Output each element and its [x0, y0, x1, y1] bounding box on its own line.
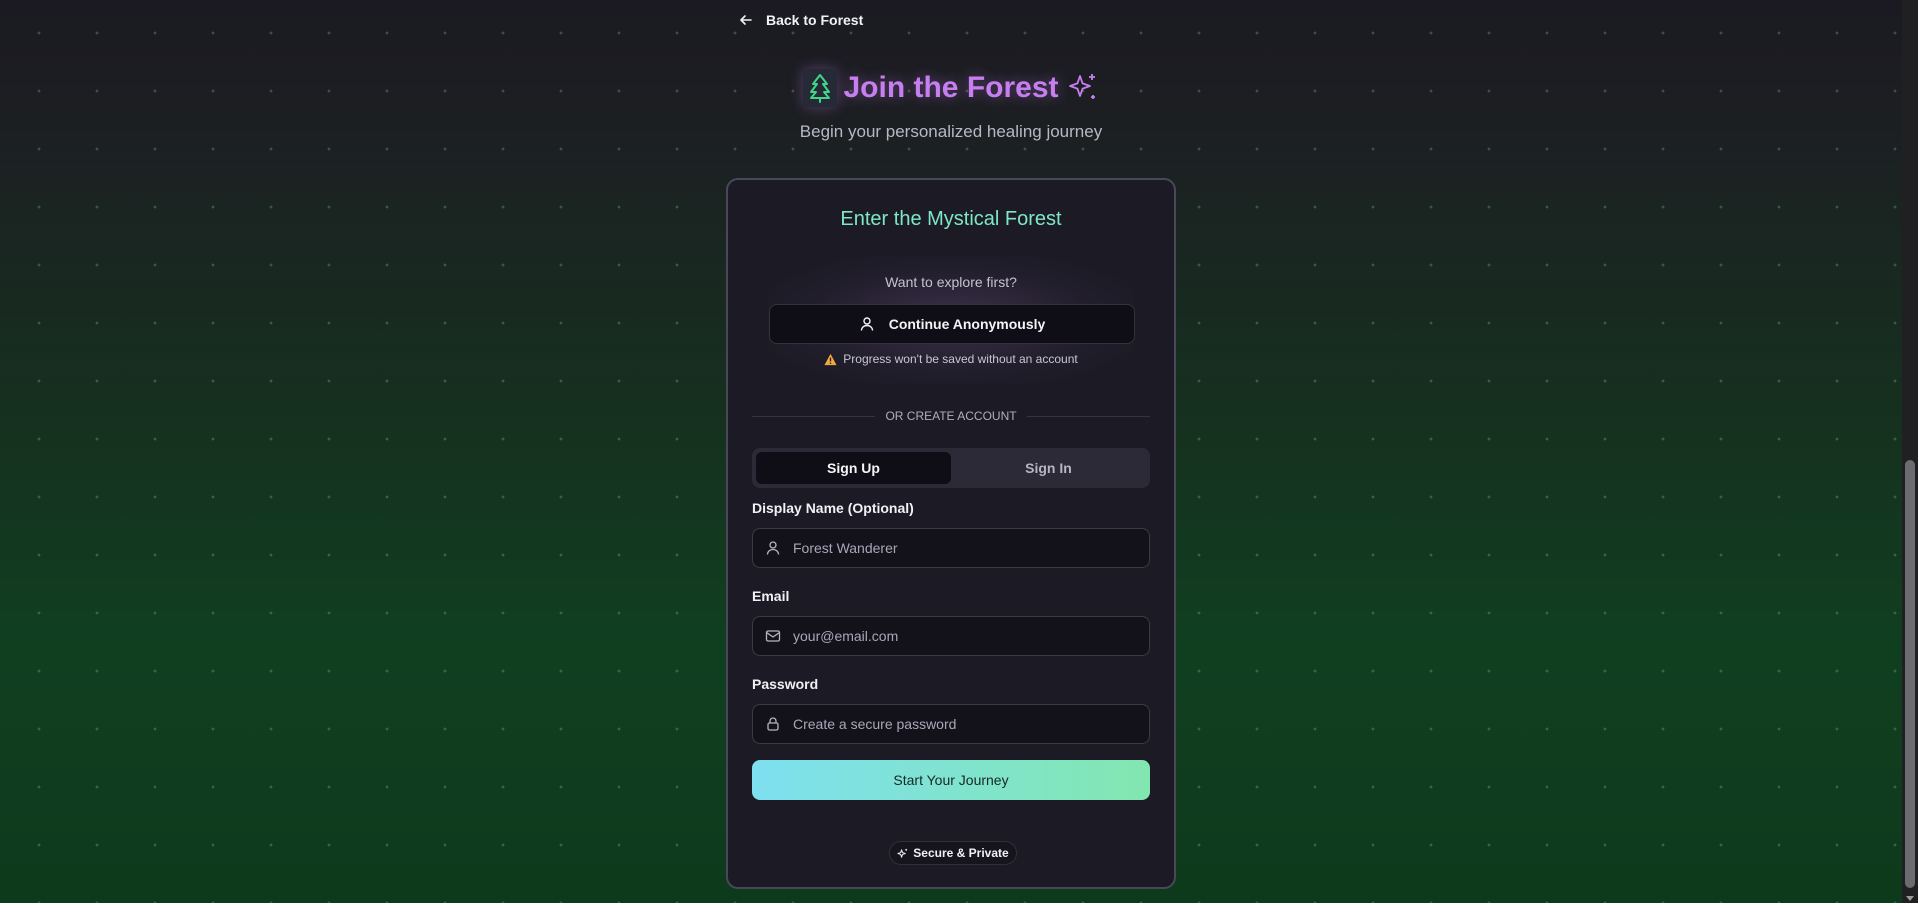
page-subtitle: Begin your personalized healing journey: [799, 122, 1103, 141]
divider-line-right: [1026, 415, 1150, 417]
back-link-label: Back to Forest: [766, 12, 864, 28]
user-icon: [766, 541, 780, 555]
scroll-down-arrow-icon[interactable]: [1906, 896, 1914, 901]
email-field[interactable]: [752, 616, 1150, 656]
tree-icon: [803, 69, 838, 107]
password-field[interactable]: [752, 704, 1150, 744]
user-icon: [860, 317, 873, 331]
or-divider: OR CREATE ACCOUNT: [752, 408, 1150, 424]
card-title: Enter the Mystical Forest: [840, 208, 1062, 230]
back-to-forest-link[interactable]: Back to Forest: [738, 8, 863, 32]
auth-tabs: Sign Up Sign In: [752, 448, 1150, 488]
display-name-label: Display Name (Optional): [752, 500, 914, 516]
page-title-text: Join the Forest: [843, 71, 1059, 104]
password-label: Password: [752, 676, 819, 692]
continue-anonymously-button[interactable]: Continue Anonymously: [769, 304, 1135, 344]
anonymous-warning: Progress won't be saved without an accou…: [728, 352, 1174, 366]
lock-icon: [767, 717, 779, 731]
warning-icon: [824, 353, 837, 365]
display-name-input[interactable]: [793, 540, 1149, 556]
continue-anonymously-label: Continue Anonymously: [888, 316, 1046, 332]
divider-line-left: [752, 415, 876, 417]
email-label: Email: [752, 588, 790, 604]
secure-private-text: Secure & Private: [913, 846, 1009, 860]
sparkles-icon: [1068, 74, 1095, 99]
scrollbar-thumb[interactable]: [1905, 460, 1915, 888]
page-scrollbar[interactable]: [1902, 0, 1918, 903]
sparkles-icon: [897, 848, 908, 858]
tab-sign-in[interactable]: Sign In: [951, 452, 1146, 484]
start-journey-button[interactable]: Start Your Journey: [752, 760, 1150, 800]
divider-text: OR CREATE ACCOUNT: [885, 409, 1017, 423]
page-title: Join the Forest: [803, 64, 1098, 112]
display-name-field[interactable]: [752, 528, 1150, 568]
tab-sign-up[interactable]: Sign Up: [756, 452, 951, 484]
auth-card: Enter the Mystical Forest Want to explor…: [726, 178, 1176, 889]
arrow-left-icon: [740, 15, 752, 25]
mail-icon: [765, 630, 781, 642]
password-input[interactable]: [793, 716, 1149, 732]
email-input[interactable]: [793, 628, 1149, 644]
anonymous-question: Want to explore first?: [885, 274, 1017, 290]
anonymous-warning-text: Progress won't be saved without an accou…: [843, 352, 1078, 366]
hero: Join the Forest Begin your personalized …: [0, 64, 1902, 142]
secure-private-badge: Secure & Private: [889, 841, 1017, 865]
